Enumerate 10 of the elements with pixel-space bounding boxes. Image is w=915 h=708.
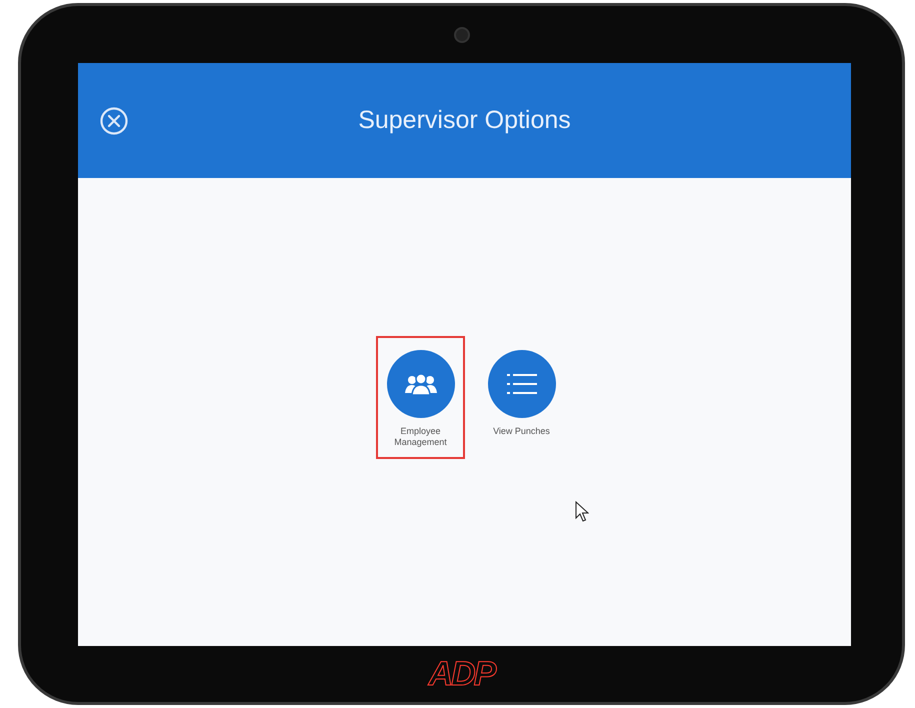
option-tile[interactable]: View Punches — [477, 336, 566, 458]
close-button[interactable] — [98, 105, 130, 137]
brand-logo: ADP — [428, 654, 494, 694]
page-title: Supervisor Options — [358, 106, 571, 135]
camera-icon — [454, 26, 470, 42]
people-icon — [402, 372, 438, 396]
list-icon — [506, 372, 536, 394]
option-tile[interactable]: Employee Management — [376, 336, 465, 458]
close-icon — [99, 106, 129, 136]
mouse-cursor-icon — [575, 501, 589, 523]
